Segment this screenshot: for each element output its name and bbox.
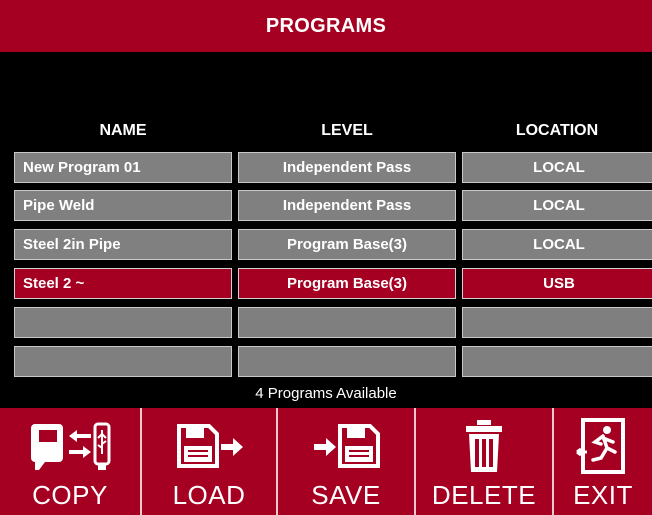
table-row[interactable]: Pipe Weld Independent Pass LOCAL (0, 190, 652, 221)
trash-icon (416, 418, 552, 474)
row-location-cell[interactable]: LOCAL (462, 229, 652, 260)
table-row-selected[interactable]: Steel 2 ~ Program Base(3) USB (0, 268, 652, 299)
row-location-cell[interactable]: LOCAL (462, 190, 652, 221)
row-name-cell[interactable]: New Program 01 (14, 152, 232, 183)
copy-usb-icon (0, 418, 140, 474)
row-name-cell[interactable]: Steel 2in Pipe (14, 229, 232, 260)
row-location-cell[interactable]: LOCAL (462, 152, 652, 183)
exit-button[interactable]: EXIT (554, 408, 652, 515)
bottom-toolbar: COPY LOAD SAVE DELETE EXIT (0, 408, 652, 515)
row-level-cell[interactable]: Independent Pass (238, 190, 456, 221)
copy-button[interactable]: COPY (0, 408, 142, 515)
load-button[interactable]: LOAD (142, 408, 278, 515)
page-title: PROGRAMS (0, 0, 652, 52)
column-header-name: NAME (99, 122, 147, 139)
row-level-cell[interactable]: Program Base(3) (238, 229, 456, 260)
load-floppy-icon (142, 418, 276, 474)
exit-door-icon (554, 418, 652, 474)
row-level-cell[interactable] (238, 307, 456, 338)
row-location-cell[interactable] (462, 346, 652, 377)
table-row-empty[interactable] (0, 346, 652, 377)
row-location-cell[interactable]: USB (462, 268, 652, 299)
save-floppy-icon (278, 418, 414, 474)
delete-button-label: DELETE (431, 479, 537, 510)
row-name-cell[interactable] (14, 307, 232, 338)
table-row-empty[interactable] (0, 307, 652, 338)
table-row[interactable]: Steel 2in Pipe Program Base(3) LOCAL (0, 229, 652, 260)
row-name-cell[interactable] (14, 346, 232, 377)
copy-button-label: COPY (32, 479, 108, 510)
programs-count-status: 4 Programs Available (255, 384, 397, 402)
row-location-cell[interactable] (462, 307, 652, 338)
exit-button-label: EXIT (573, 479, 633, 510)
row-name-cell[interactable]: Pipe Weld (14, 190, 232, 221)
column-header-level: LEVEL (321, 122, 373, 139)
table-row[interactable]: New Program 01 Independent Pass LOCAL (0, 152, 652, 183)
save-button[interactable]: SAVE (278, 408, 416, 515)
column-header-location: LOCATION (515, 122, 599, 139)
load-button-label: LOAD (172, 479, 246, 510)
row-level-cell[interactable]: Program Base(3) (238, 268, 456, 299)
row-name-cell[interactable]: Steel 2 ~ (14, 268, 232, 299)
programs-screen: PROGRAMS NAME LEVEL LOCATION New Program… (0, 0, 652, 515)
row-level-cell[interactable]: Independent Pass (238, 152, 456, 183)
save-button-label: SAVE (311, 479, 381, 510)
delete-button[interactable]: DELETE (416, 408, 554, 515)
row-level-cell[interactable] (238, 346, 456, 377)
